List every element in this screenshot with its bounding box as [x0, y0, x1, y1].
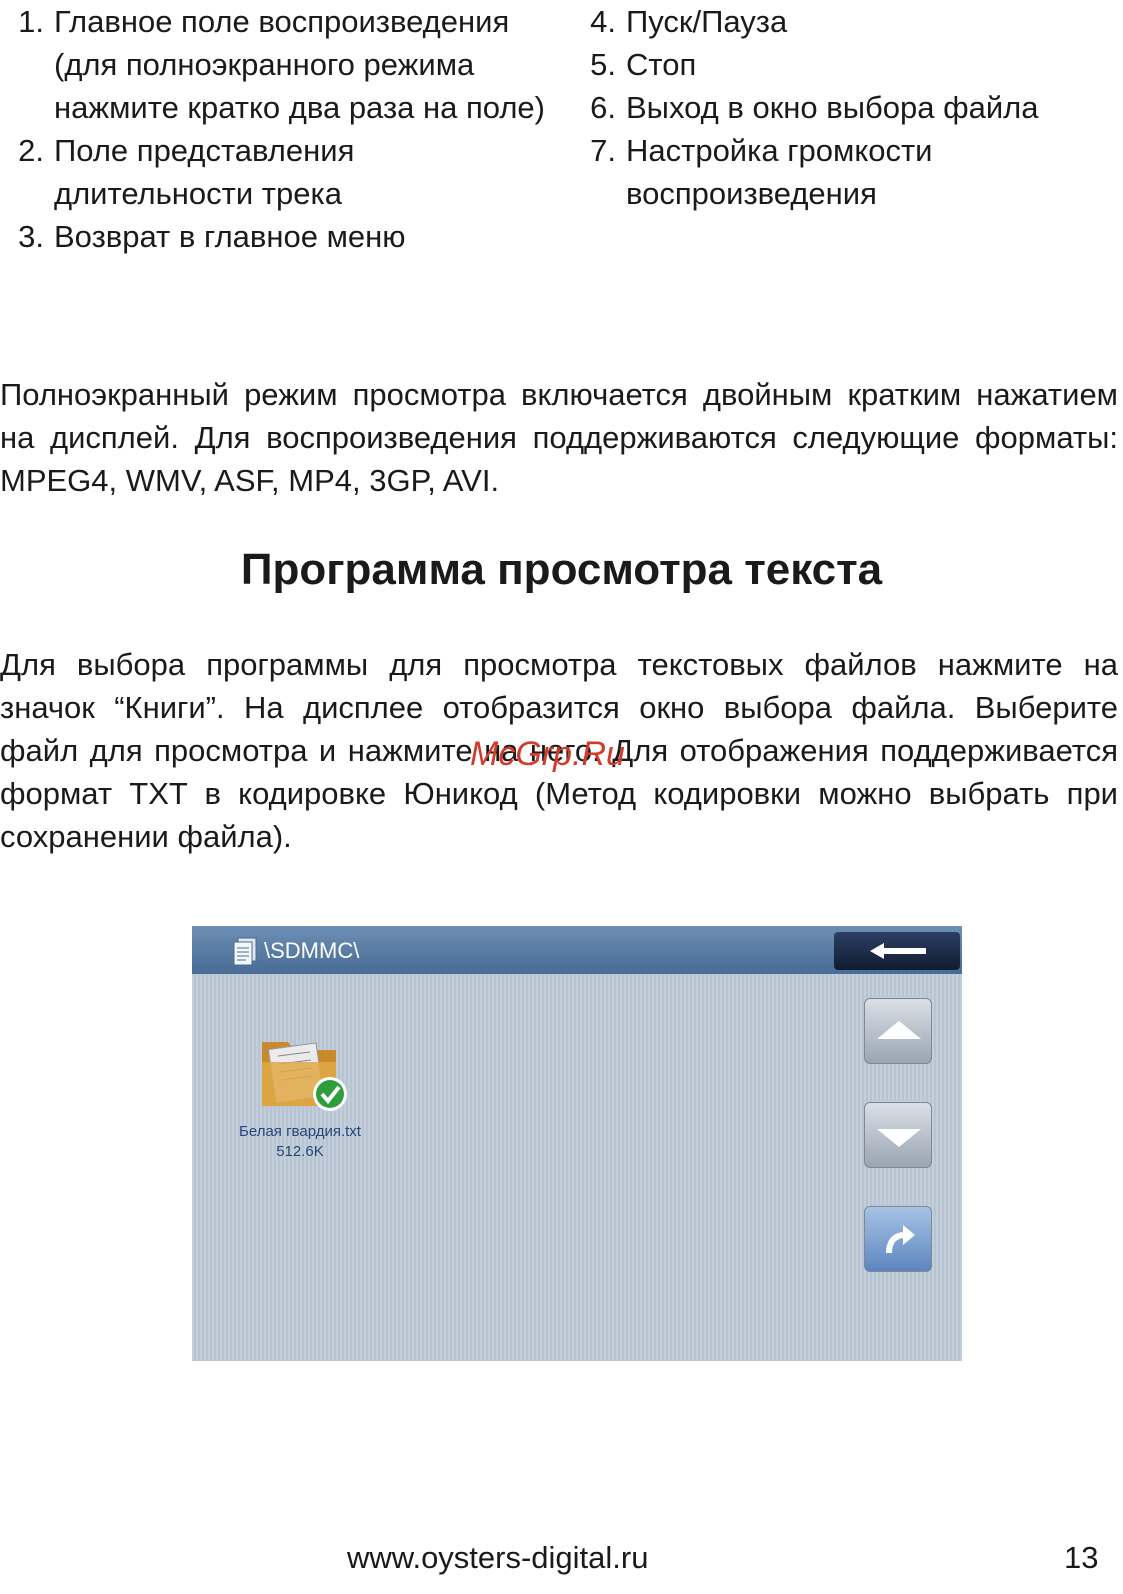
curved-arrow-icon	[886, 1225, 915, 1254]
triangle-down-icon	[877, 1129, 921, 1147]
item-number: 7.	[590, 133, 616, 168]
item-text: Пуск/Пауза	[626, 4, 788, 39]
item-text: Стоп	[626, 47, 697, 82]
item-text: Главное поле воспроизведения (для полноэ…	[54, 4, 545, 125]
item-text: Настройка громкости воспроизведения	[626, 133, 933, 211]
documents-icon	[233, 937, 257, 966]
feature-list-right: 4. Пуск/Пауза 5. Стоп 6. Выход в окно выбор…	[572, 0, 1117, 215]
formats-paragraph: Полноэкранный режим просмотра включается…	[0, 377, 1118, 498]
arrow-left-icon	[870, 943, 926, 959]
footer-url: www.oysters-digital.ru	[347, 1540, 649, 1575]
current-path: \SDMMC\	[264, 938, 360, 963]
item-number: 1.	[18, 4, 44, 39]
section-heading: Программа просмотра текста	[240, 545, 883, 594]
item-number: 4.	[590, 4, 616, 39]
file-size: 512.6K	[276, 1143, 324, 1160]
item-text: Выход в окно выбора файла	[626, 90, 1039, 125]
file-name: Белая гвардия.txt	[239, 1123, 361, 1140]
open-button[interactable]	[864, 1206, 932, 1272]
list-item: 6. Выход в окно выбора файла	[572, 86, 1117, 129]
list-item: 1. Главное поле воспроизведения (для полн…	[0, 0, 560, 129]
list-item: 3. Возврат в главное меню	[0, 215, 560, 258]
scroll-down-button[interactable]	[864, 1102, 932, 1168]
feature-list-left: 1. Главное поле воспроизведения (для полн…	[0, 0, 560, 258]
item-text: Возврат в главное меню	[54, 219, 406, 254]
list-item: 2. Поле представления длительности трека	[0, 129, 560, 215]
list-item: 4. Пуск/Пауза	[572, 0, 1117, 43]
watermark: McGrp.Ru	[470, 735, 625, 773]
item-number: 5.	[590, 47, 616, 82]
item-number: 3.	[18, 219, 44, 254]
back-button[interactable]	[834, 932, 960, 970]
item-number: 6.	[590, 90, 616, 125]
title-bar: \SDMMC\	[192, 926, 962, 974]
triangle-up-icon	[877, 1021, 921, 1039]
list-item: 5. Стоп	[572, 43, 1117, 86]
scroll-up-button[interactable]	[864, 998, 932, 1064]
file-browser-screenshot: \SDMMC\ Белая гвардия.txt 512.6K	[192, 926, 962, 1361]
page-number: 13	[1064, 1540, 1099, 1575]
folder-check-icon	[262, 1042, 347, 1111]
file-item[interactable]: Белая гвардия.txt 512.6K	[220, 1032, 380, 1162]
item-text: Поле представления длительности трека	[54, 133, 355, 211]
list-item: 7. Настройка громкости воспроизведения	[572, 129, 1117, 215]
item-number: 2.	[18, 133, 44, 168]
